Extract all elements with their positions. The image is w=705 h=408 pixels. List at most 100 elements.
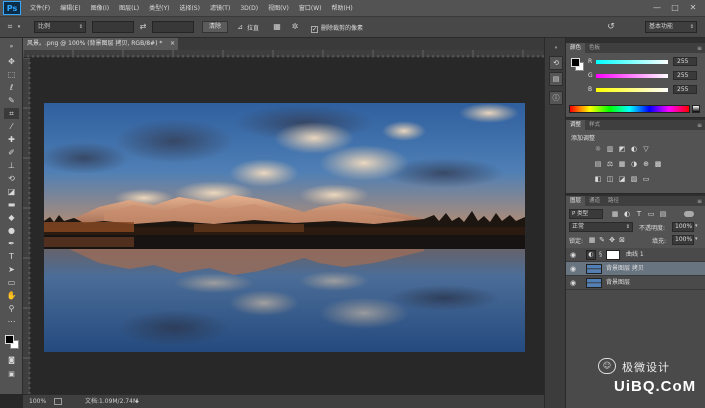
canvas-area[interactable] xyxy=(31,58,544,394)
channel-mixer-icon[interactable]: ⊕ xyxy=(641,160,651,169)
menu-type[interactable]: 类型(Y) xyxy=(144,0,174,17)
lasso-tool-icon[interactable]: ℓ xyxy=(4,82,19,93)
gradient-tool-icon[interactable]: ▬ xyxy=(4,199,19,210)
photo-filter-icon[interactable]: ◑ xyxy=(629,160,639,169)
brush-tool-icon[interactable]: ✐ xyxy=(4,147,19,158)
dock-collapse-icon[interactable]: « xyxy=(549,44,563,52)
menu-select[interactable]: 选择(S) xyxy=(174,0,205,17)
menu-3d[interactable]: 3D(D) xyxy=(235,0,263,17)
history-brush-tool-icon[interactable]: ⟲ xyxy=(4,173,19,184)
info-panel-icon[interactable]: ⓘ xyxy=(549,91,563,105)
lock-pixels-icon[interactable]: ✎ xyxy=(597,236,607,245)
menu-edit[interactable]: 编辑(E) xyxy=(55,0,85,17)
tab-styles[interactable]: 样式 xyxy=(585,120,604,130)
share-icon[interactable] xyxy=(54,398,62,405)
color-balance-icon[interactable]: ⚖ xyxy=(605,160,615,169)
close-tab-icon[interactable]: × xyxy=(170,38,175,50)
height-input[interactable] xyxy=(152,21,194,33)
quick-select-tool-icon[interactable]: ✎ xyxy=(4,95,19,106)
filter-pixel-icon[interactable]: ▦ xyxy=(610,210,620,219)
healing-brush-tool-icon[interactable]: ✚ xyxy=(4,134,19,145)
invert-icon[interactable]: ◧ xyxy=(593,175,603,184)
fill-input[interactable]: 100% xyxy=(672,235,694,245)
foreground-color-swatch[interactable] xyxy=(5,335,14,344)
type-tool-icon[interactable]: T xyxy=(4,251,19,262)
filter-type-icon[interactable]: T xyxy=(634,210,644,219)
overlay-grid-icon[interactable]: ▦ xyxy=(271,21,283,33)
landscape-photo[interactable] xyxy=(44,103,525,352)
horizontal-ruler[interactable] xyxy=(23,50,544,58)
eraser-tool-icon[interactable]: ◪ xyxy=(4,186,19,197)
vertical-ruler[interactable] xyxy=(23,58,31,394)
eye-icon[interactable]: ◉ xyxy=(569,279,577,287)
menu-file[interactable]: 文件(F) xyxy=(25,0,55,17)
tab-swatches[interactable]: 色板 xyxy=(585,43,604,53)
filter-smart-icon[interactable]: ▤ xyxy=(658,210,668,219)
brightness-icon[interactable]: ☼ xyxy=(593,145,603,154)
slider-g-value[interactable]: 255 xyxy=(673,71,697,80)
eye-icon[interactable]: ◉ xyxy=(569,265,577,273)
status-menu-icon[interactable]: ▸ xyxy=(136,395,139,408)
threshold-icon[interactable]: ◪ xyxy=(617,175,627,184)
screen-mode-icon[interactable]: ▣ xyxy=(4,369,19,380)
exposure-icon[interactable]: ◐ xyxy=(629,145,639,154)
menu-view[interactable]: 视图(V) xyxy=(263,0,294,17)
dodge-tool-icon[interactable]: ● xyxy=(4,225,19,236)
quick-mask-icon[interactable]: ◙ xyxy=(4,355,19,366)
slider-g[interactable]: G 255 xyxy=(588,71,700,81)
hand-tool-icon[interactable]: ✋ xyxy=(4,290,19,301)
width-input[interactable] xyxy=(92,21,134,33)
gear-icon[interactable]: ✲ xyxy=(289,21,301,33)
reset-icon[interactable]: ↺ xyxy=(605,21,617,33)
zoom-level[interactable]: 100% xyxy=(29,395,46,408)
tab-adjustments[interactable]: 调整 xyxy=(566,120,586,130)
menu-image[interactable]: 图像(I) xyxy=(86,0,114,17)
black-white-icon[interactable]: ▦ xyxy=(617,160,627,169)
layer-row-background[interactable]: ◉ 背景图层 xyxy=(566,276,705,290)
selective-color-icon[interactable]: ▭ xyxy=(641,175,651,184)
menu-help[interactable]: 帮助(H) xyxy=(327,0,358,17)
opacity-input[interactable]: 100% xyxy=(672,222,694,232)
eye-icon[interactable]: ◉ xyxy=(569,251,577,259)
layer-row-background-copy[interactable]: ◉ 背景图层 拷贝 xyxy=(566,262,705,276)
workspace-select[interactable]: 基本功能 ⇕ xyxy=(645,21,697,33)
posterize-icon[interactable]: ◫ xyxy=(605,175,615,184)
lock-transparency-icon[interactable]: ▦ xyxy=(587,236,597,245)
crop-tool-icon[interactable]: ⌗ xyxy=(4,108,19,119)
spectrum-bar[interactable] xyxy=(569,105,690,113)
slider-g-track[interactable] xyxy=(596,74,668,78)
lock-position-icon[interactable]: ✥ xyxy=(607,236,617,245)
ratio-select[interactable]: 比例 ⇕ xyxy=(34,21,86,33)
panel-menu-icon[interactable]: ≡ xyxy=(697,122,702,129)
document-tab[interactable]: 风景。.png @ 100% (背景图层 拷贝, RGB/8#) * × xyxy=(23,38,178,50)
blur-tool-icon[interactable]: ◆ xyxy=(4,212,19,223)
edit-toolbar-icon[interactable]: ⋯ xyxy=(4,316,19,327)
layer-kind-filter[interactable]: P 类型 xyxy=(569,209,603,219)
properties-panel-icon[interactable]: ▤ xyxy=(549,72,563,86)
menu-filter[interactable]: 滤镜(T) xyxy=(205,0,235,17)
slider-r[interactable]: R 255 xyxy=(588,57,700,67)
chevron-down-icon[interactable]: ▾ xyxy=(16,21,22,33)
delete-cropped-checkbox[interactable]: ✓ 删除裁剪的像素 xyxy=(311,23,363,33)
history-panel-icon[interactable]: ⟲ xyxy=(549,56,563,70)
gradient-map-icon[interactable]: ▨ xyxy=(629,175,639,184)
menu-layer[interactable]: 图层(L) xyxy=(114,0,144,17)
tab-channels[interactable]: 通道 xyxy=(585,196,604,206)
clone-stamp-tool-icon[interactable]: ⊥ xyxy=(4,160,19,171)
chain-link-icon[interactable]: § xyxy=(599,251,602,258)
hue-saturation-icon[interactable]: ▤ xyxy=(593,160,603,169)
slider-b-track[interactable] xyxy=(596,88,668,92)
filter-shape-icon[interactable]: ▭ xyxy=(646,210,656,219)
slider-r-value[interactable]: 255 xyxy=(673,57,697,66)
layer-row-curves[interactable]: ◉ ◐ § 曲线 1 xyxy=(566,248,705,262)
slider-r-track[interactable] xyxy=(596,60,668,64)
marquee-tool-icon[interactable]: ⬚ xyxy=(4,69,19,80)
path-select-tool-icon[interactable]: ➤ xyxy=(4,264,19,275)
filter-adjust-icon[interactable]: ◐ xyxy=(622,210,632,219)
layer-mask-thumb[interactable] xyxy=(606,250,620,260)
panel-menu-icon[interactable]: ≡ xyxy=(697,45,702,52)
vibrance-icon[interactable]: ▽ xyxy=(641,145,651,154)
straighten-button[interactable]: 拉直 xyxy=(247,23,259,32)
blend-mode-select[interactable]: 正常 ⇕ xyxy=(569,222,633,232)
shape-tool-icon[interactable]: ▭ xyxy=(4,277,19,288)
